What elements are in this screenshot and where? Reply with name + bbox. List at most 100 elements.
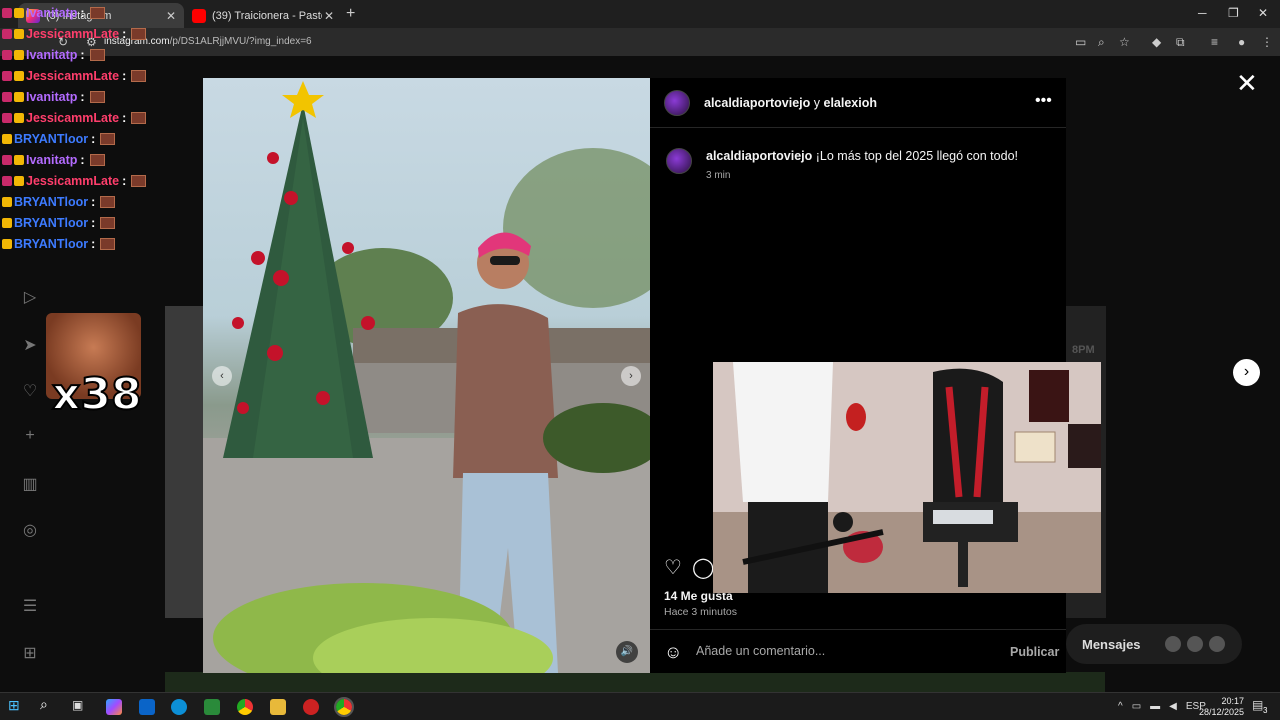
avatar[interactable] [664, 90, 690, 116]
windows-taskbar: ⊞ ⌕ ▣ ^ ▭ ▬ ◀ ESP 20:17 28/12/2025 ▤ 3 [0, 692, 1280, 720]
chat-username: Ivanitatp [26, 5, 78, 20]
chat-username: JessicammLate [26, 110, 120, 125]
chat-username: Ivanitatp [26, 47, 78, 62]
more-horizontal-icon[interactable]: ••• [1035, 92, 1052, 110]
tray-chevron-icon[interactable]: ^ [1118, 701, 1123, 712]
chat-emote-icon [89, 153, 105, 166]
chat-separator: : [91, 131, 96, 146]
chat-badge-icon [2, 28, 12, 39]
avatar [1164, 636, 1181, 652]
dashboard-icon[interactable]: ▥ [20, 474, 40, 494]
carousel-prev-icon[interactable]: ‹ [212, 366, 232, 386]
chat-message: JessicammLate: [2, 170, 172, 191]
heart-icon[interactable]: ♡ [664, 555, 682, 580]
volume-icon[interactable]: ◀ [1169, 701, 1177, 712]
chrome-active-icon[interactable] [334, 697, 354, 717]
crown-badge-icon [14, 175, 24, 186]
network-icon[interactable]: ▭ [1132, 701, 1141, 712]
close-icon[interactable]: ✕ [1236, 68, 1258, 99]
notifications-icon[interactable]: ▤ [1252, 698, 1263, 712]
chat-message: BRYANTloor: [2, 191, 172, 212]
tab-youtube[interactable]: (39) Traicionera - Pastor López ✕ [184, 3, 342, 28]
crown-badge-icon [14, 7, 24, 18]
zoom-icon[interactable]: ⌕ [1098, 35, 1105, 50]
browser-menu-icon[interactable]: ⋮ [1261, 35, 1273, 49]
crown-badge-icon [14, 70, 24, 81]
chat-username: JessicammLate [26, 68, 120, 83]
chat-username: BRYANTloor [14, 131, 89, 146]
extension-icon[interactable]: ◆ [1152, 35, 1161, 49]
window-close-icon[interactable]: ✕ [1258, 6, 1268, 20]
chat-message: JessicammLate: [2, 65, 172, 86]
comment-input[interactable] [696, 644, 976, 658]
notification-count: 3 [1263, 706, 1268, 715]
restore-icon[interactable]: ❐ [1228, 6, 1239, 20]
comment-icon[interactable]: ◯ [692, 555, 714, 580]
background-label: 8PM [1072, 344, 1095, 356]
post-header: alcaldiaportoviejo y elalexioh ••• [650, 78, 1066, 128]
minimize-icon[interactable]: ─ [1198, 6, 1207, 20]
store-icon[interactable] [204, 699, 220, 715]
notifications-heart-icon[interactable]: ♡ [20, 381, 40, 401]
chat-emote-icon [100, 195, 116, 208]
streaming-app-icon[interactable] [303, 699, 319, 715]
explore-icon[interactable]: ➤ [20, 335, 40, 355]
post-authors: alcaldiaportoviejo y elalexioh [704, 96, 877, 110]
chrome-icon[interactable] [237, 699, 253, 715]
post-timestamp: Hace 3 minutos [664, 606, 737, 618]
create-icon[interactable]: + [20, 427, 40, 447]
chat-separator: : [80, 89, 85, 104]
battery-icon[interactable]: ▬ [1150, 701, 1160, 712]
extensions-puzzle-icon[interactable]: ⧉ [1176, 35, 1185, 50]
menu-hamburger-icon[interactable]: ☰ [20, 596, 40, 616]
copilot-icon[interactable] [106, 699, 122, 715]
cast-icon[interactable]: ▭ [1075, 35, 1086, 49]
search-icon[interactable]: ⌕ [40, 696, 56, 712]
more-apps-icon[interactable]: ⊞ [20, 643, 40, 663]
caption-avatar[interactable] [666, 148, 692, 174]
caption-timestamp: 3 min [706, 170, 731, 181]
media-controls-icon[interactable]: ≡ [1211, 35, 1218, 49]
tab-close-icon[interactable]: ✕ [324, 9, 334, 23]
browser-tab-bar: (3) Instagram ✕ (39) Traicionera - Pasto… [0, 0, 1280, 28]
messages-label: Mensajes [1082, 636, 1141, 652]
speaker-icon[interactable]: 🔊 [616, 641, 638, 663]
post-caption: alcaldiaportoviejo ¡Lo más top del 2025 … [706, 149, 1018, 163]
windows-start-icon[interactable]: ⊞ [8, 697, 24, 713]
emoji-icon[interactable]: ☺ [664, 642, 682, 663]
chat-badge-icon [2, 175, 12, 186]
file-explorer-icon[interactable] [270, 699, 286, 715]
meta-ai-icon[interactable]: ◎ [20, 520, 40, 540]
post-media[interactable]: ‹ › [203, 78, 650, 673]
crown-badge-icon [14, 154, 24, 165]
chat-separator: : [80, 5, 85, 20]
messages-button[interactable]: Mensajes [1066, 624, 1242, 664]
time: 20:17 [1221, 696, 1244, 706]
profile-icon[interactable]: ● [1238, 35, 1245, 49]
caption-username[interactable]: alcaldiaportoviejo [706, 149, 812, 163]
reels-icon[interactable]: ▷ [20, 287, 40, 307]
chat-message: Ivanitatp: [2, 149, 172, 170]
tab-label: (39) Traicionera - Pastor López [212, 9, 322, 22]
publish-button[interactable]: Publicar [1010, 645, 1059, 659]
clock[interactable]: 20:17 28/12/2025 [1198, 696, 1244, 718]
avatar [1186, 636, 1203, 652]
task-view-icon[interactable]: ▣ [72, 698, 88, 714]
author-link[interactable]: alcaldiaportoviejo [704, 96, 810, 110]
crown-badge-icon [2, 133, 12, 144]
chat-username: Ivanitatp [26, 89, 78, 104]
crown-badge-icon [14, 49, 24, 60]
new-tab-icon[interactable]: + [346, 5, 355, 23]
avatar [1208, 636, 1225, 652]
carousel-next-icon[interactable]: › [621, 366, 641, 386]
crown-badge-icon [14, 112, 24, 123]
edge-icon[interactable] [171, 699, 187, 715]
feed-strip [165, 672, 1105, 692]
outlook-icon[interactable] [139, 699, 155, 715]
chevron-right-icon[interactable]: › [1233, 359, 1260, 386]
bookmark-star-icon[interactable]: ☆ [1119, 35, 1130, 49]
crown-badge-icon [2, 196, 12, 207]
coauthor-link[interactable]: elalexioh [824, 96, 878, 110]
chat-separator: : [122, 26, 127, 41]
media-photo [203, 81, 650, 673]
